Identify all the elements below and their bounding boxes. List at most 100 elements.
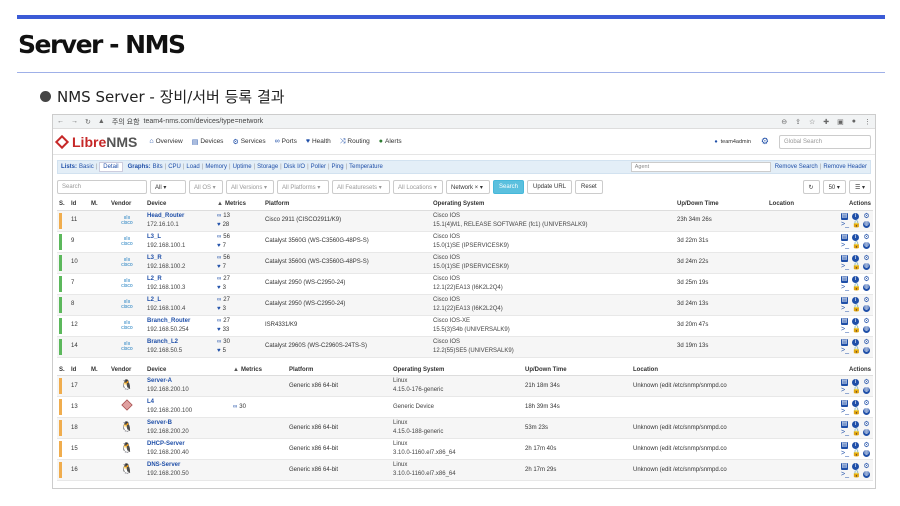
globe-icon[interactable]: ◍ [863,221,870,228]
graph-uptime-link[interactable]: Uptime [233,164,252,170]
graph-cpu-link[interactable]: CPU [168,164,181,170]
device-view-icon[interactable]: ▤ [841,441,848,449]
device-view-icon[interactable]: ▤ [841,399,848,407]
nav-health[interactable]: ♥ Health [306,138,331,145]
remove-search-link[interactable]: Remove Search [775,164,818,170]
device-name-link[interactable]: DNS-Server [147,461,229,470]
nav-devices[interactable]: ▤ Devices [192,138,224,146]
lock-icon[interactable]: 🔒 [852,347,861,354]
table-row[interactable]: 9 ıılıı cisco L3_L 192.168.100.1 ∞ 56 ♥ 7 Catalys… [57,231,873,253]
list-basic-link[interactable]: Basic [79,164,94,170]
device-name-link[interactable]: Server-A [147,377,229,386]
globe-icon[interactable]: ◍ [863,305,870,312]
device-view-icon[interactable]: ▤ [841,318,848,325]
refresh-icon[interactable]: ↻ [802,180,820,194]
settings-icon[interactable]: ⚙ [863,318,870,325]
terminal-icon[interactable]: >_ [841,408,849,415]
nav-alerts[interactable]: ● Alerts [379,138,402,145]
remove-header-link[interactable]: Remove Header [823,164,867,170]
device-view-icon[interactable]: ▤ [841,213,848,220]
settings-icon[interactable]: ⚙ [863,297,870,304]
all-select[interactable]: All ▾ [150,180,186,194]
table-row[interactable]: 10 ıılıı cisco L3_R 192.168.100.2 ∞ 56 ♥ 7 Cataly… [57,252,873,274]
info-icon[interactable]: i [852,462,859,470]
health-metric[interactable]: ♥ 33 [217,326,261,335]
table-row[interactable]: 8 ıılıı cisco L2_L 192.168.100.4 ∞ 27 ♥ 3 Catalys… [57,294,873,316]
globe-icon[interactable]: ◍ [863,449,870,457]
security-label[interactable]: 주의 요함 [112,117,140,127]
featuresets-select[interactable]: All Featuresets ▾ [332,180,390,194]
per-page-select[interactable]: 50 ▾ [822,180,846,194]
settings-icon[interactable]: ⚙ [863,255,870,262]
lock-icon[interactable]: 🔒 [852,387,861,394]
device-name-link[interactable]: L2_L [147,296,213,305]
device-name-link[interactable]: L2_R [147,275,213,284]
sidebar-icon[interactable]: ▣ [837,118,844,126]
terminal-icon[interactable]: >_ [841,471,849,478]
lock-icon[interactable]: 🔒 [852,305,861,312]
globe-icon[interactable]: ◍ [863,326,870,333]
settings-icon[interactable]: ⚙ [863,213,870,220]
device-view-icon[interactable]: ▤ [841,420,848,428]
extensions-icon[interactable]: ✚ [823,118,829,126]
info-icon[interactable]: i [852,420,859,428]
lock-icon[interactable]: 🔒 [852,471,861,478]
lock-icon[interactable]: 🔒 [852,408,861,415]
ports-metric[interactable]: ∞ 13 [217,212,261,221]
search-button[interactable]: Search [493,180,525,194]
ports-metric[interactable]: ∞ 56 [217,233,261,242]
lock-icon[interactable]: 🔒 [852,263,861,270]
info-icon[interactable]: i [852,276,859,283]
health-metric[interactable]: ♥ 7 [217,242,261,251]
ports-metric[interactable]: ∞ 56 [217,254,261,263]
ports-metric[interactable]: ∞ 27 [217,296,261,305]
device-name-link[interactable]: L3_L [147,233,213,242]
globe-icon[interactable]: ◍ [863,347,870,354]
globe-icon[interactable]: ◍ [863,407,870,415]
ports-metric[interactable]: ∞ 27 [217,275,261,284]
device-name-link[interactable]: Branch_Router [147,317,213,326]
reset-button[interactable]: Reset [575,180,603,194]
back-icon[interactable]: ← [57,118,64,125]
nav-services[interactable]: ⚙ Services [232,138,265,146]
device-name-link[interactable]: L3_R [147,254,213,263]
health-metric[interactable]: ♥ 28 [217,221,261,230]
table-row[interactable]: 17 🐧 Server-A 192.168.200.10 Generic x86 64-… [57,375,873,397]
locations-select[interactable]: All Locations ▾ [393,180,443,194]
terminal-icon[interactable]: >_ [841,263,849,270]
terminal-icon[interactable]: >_ [841,347,849,354]
graph-ping-link[interactable]: Ping [332,164,344,170]
device-view-icon[interactable]: ▤ [841,462,848,470]
table-row[interactable]: 13 L4 192.168.200.100 ∞ 30 Generic Device 18h … [57,396,873,418]
info-icon[interactable]: i [852,213,859,220]
librenms-logo[interactable]: Libre NMS [54,134,137,150]
ports-metric[interactable]: ∞ 30 [233,403,285,412]
graph-load-link[interactable]: Load [186,164,199,170]
terminal-icon[interactable]: >_ [841,305,849,312]
table-row[interactable]: 12 ıılıı cisco Branch_Router 192.168.50.254 ∞… [57,315,873,337]
device-view-icon[interactable]: ▤ [841,255,848,262]
device-view-icon[interactable]: ▤ [841,234,848,241]
info-icon[interactable]: i [852,297,859,304]
graph-storage-link[interactable]: Storage [257,164,278,170]
info-icon[interactable]: i [852,378,859,386]
star-icon[interactable]: ☆ [809,118,815,126]
device-view-icon[interactable]: ▤ [841,339,848,346]
type-select[interactable]: Network × ▾ [446,180,490,194]
table-row[interactable]: 18 🐧 Server-B 192.168.200.20 Generic x86 64-… [57,417,873,439]
profile-icon[interactable]: ● [852,118,856,126]
graph-memory-link[interactable]: Memory [205,164,227,170]
globe-icon[interactable]: ◍ [863,428,870,436]
share-icon[interactable]: ⇪ [795,118,801,126]
device-view-icon[interactable]: ▤ [841,276,848,283]
device-name-link[interactable]: Head_Router [147,212,213,221]
table-row[interactable]: 7 ıılıı cisco L2_R 192.168.100.3 ∞ 27 ♥ 3 Catalys… [57,273,873,295]
lock-icon[interactable]: 🔒 [852,326,861,333]
table-row[interactable]: 16 🐧 DNS-Server 192.168.200.50 Generic x86 6… [57,459,873,481]
nav-ports[interactable]: ∞ Ports [275,138,297,145]
update-url-button[interactable]: Update URL [527,180,573,194]
lock-icon[interactable]: 🔒 [852,450,861,457]
device-name-link[interactable]: Branch_L2 [147,338,213,347]
graph-bits-link[interactable]: Bits [153,164,163,170]
terminal-icon[interactable]: >_ [841,429,849,436]
